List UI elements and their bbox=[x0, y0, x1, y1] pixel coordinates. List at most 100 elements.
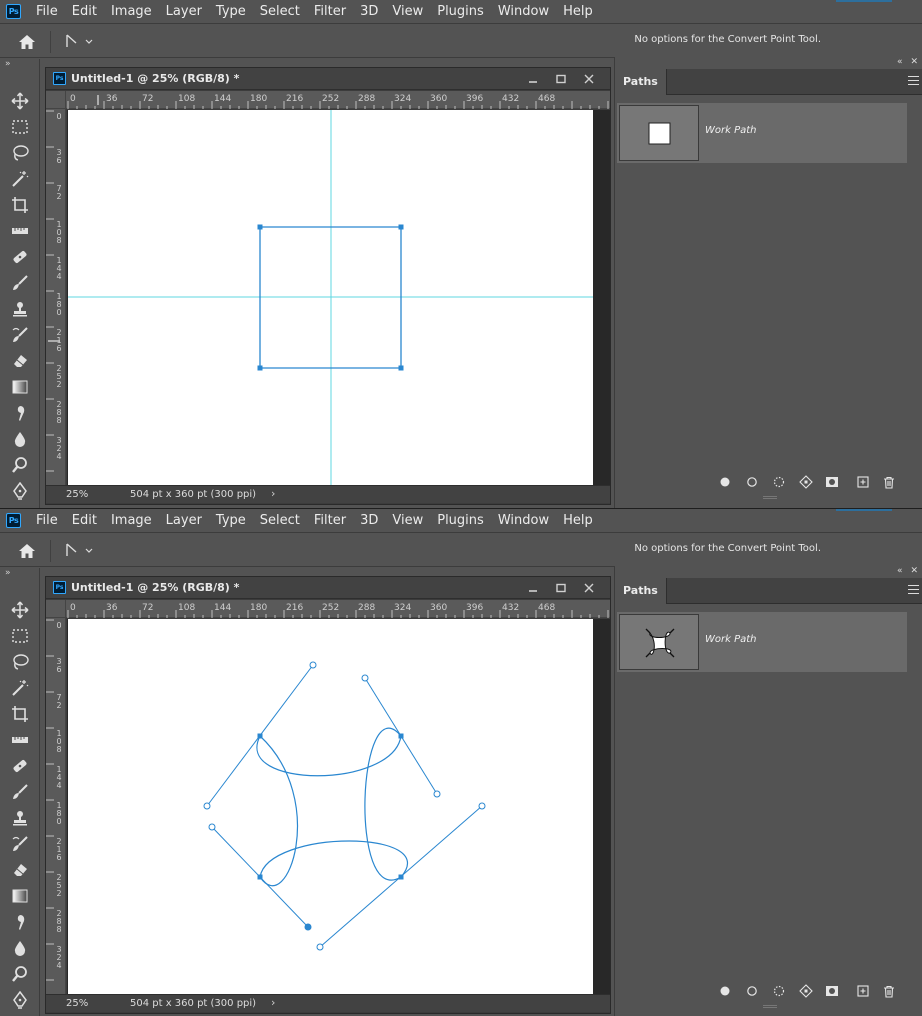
horizontal-ruler[interactable]: 0 36 72 108 144 180 216 252 288 324 360 … bbox=[66, 91, 610, 109]
minimize-button[interactable] bbox=[520, 579, 546, 597]
anchor-point[interactable] bbox=[398, 733, 404, 739]
menu-plugins[interactable]: Plugins bbox=[430, 509, 491, 533]
panel-close-icon[interactable]: ✕ bbox=[910, 57, 918, 67]
eraser-icon[interactable] bbox=[9, 859, 31, 881]
panel-menu-icon[interactable] bbox=[908, 76, 919, 86]
menu-select[interactable]: Select bbox=[253, 509, 307, 533]
menu-window[interactable]: Window bbox=[491, 0, 556, 24]
tab-paths[interactable]: Paths bbox=[615, 578, 667, 604]
handle-point[interactable] bbox=[478, 802, 486, 810]
make-work-path-icon[interactable] bbox=[798, 474, 814, 490]
vertical-ruler[interactable]: 0 36 72 108 144 180 216 252 288 324 bbox=[46, 109, 66, 485]
close-button[interactable] bbox=[576, 579, 602, 597]
ruler-origin[interactable] bbox=[46, 600, 66, 618]
blur-icon[interactable] bbox=[9, 937, 31, 959]
anchor-point[interactable] bbox=[398, 874, 404, 880]
zoom-icon[interactable] bbox=[9, 963, 31, 985]
ruler-icon[interactable] bbox=[9, 729, 31, 751]
handle-point[interactable] bbox=[316, 943, 324, 951]
status-menu-chevron-icon[interactable]: › bbox=[271, 487, 275, 500]
fill-path-icon[interactable] bbox=[717, 474, 733, 490]
crop-icon[interactable] bbox=[9, 703, 31, 725]
menu-filter[interactable]: Filter bbox=[307, 509, 353, 533]
handle-point[interactable] bbox=[208, 823, 216, 831]
maximize-button[interactable] bbox=[548, 70, 574, 88]
healing-brush-icon[interactable] bbox=[9, 246, 31, 268]
menu-file[interactable]: File bbox=[29, 509, 65, 533]
handle-point[interactable] bbox=[309, 661, 317, 669]
path-row[interactable]: Work Path bbox=[617, 103, 907, 163]
fill-path-icon[interactable] bbox=[717, 983, 733, 999]
anchor-point[interactable] bbox=[398, 365, 404, 371]
handle-point[interactable] bbox=[433, 790, 441, 798]
ruler-icon[interactable] bbox=[9, 220, 31, 242]
menu-image[interactable]: Image bbox=[104, 0, 159, 24]
add-mask-icon[interactable] bbox=[824, 474, 840, 490]
menu-view[interactable]: View bbox=[385, 509, 430, 533]
canvas[interactable] bbox=[68, 619, 593, 994]
zoom-level[interactable]: 25% bbox=[66, 998, 88, 1009]
marquee-icon[interactable] bbox=[9, 625, 31, 647]
history-brush-icon[interactable] bbox=[9, 324, 31, 346]
maximize-button[interactable] bbox=[548, 579, 574, 597]
delete-path-icon[interactable] bbox=[881, 983, 897, 999]
handle-point[interactable] bbox=[203, 802, 211, 810]
anchor-point[interactable] bbox=[257, 224, 263, 230]
blur-icon[interactable] bbox=[9, 428, 31, 450]
horizontal-ruler[interactable]: 0 36 72 108 144 180 216 252 288 324 360 … bbox=[66, 600, 610, 618]
path-name[interactable]: Work Path bbox=[705, 634, 757, 645]
close-button[interactable] bbox=[576, 70, 602, 88]
menu-layer[interactable]: Layer bbox=[159, 509, 209, 533]
panel-resize-grip[interactable] bbox=[763, 1005, 777, 1008]
convert-point-tool-preset-icon[interactable] bbox=[62, 540, 98, 560]
zoom-level[interactable]: 25% bbox=[66, 489, 88, 500]
marquee-icon[interactable] bbox=[9, 116, 31, 138]
canvas[interactable] bbox=[68, 110, 593, 485]
panel-collapse-icon[interactable]: « bbox=[897, 57, 903, 67]
pen-icon[interactable] bbox=[9, 989, 31, 1011]
smudge-icon[interactable] bbox=[9, 911, 31, 933]
anchor-point[interactable] bbox=[398, 224, 404, 230]
anchor-point[interactable] bbox=[257, 874, 263, 880]
menu-file[interactable]: File bbox=[29, 0, 65, 24]
convert-point-tool-preset-icon[interactable] bbox=[62, 31, 98, 51]
anchor-point[interactable] bbox=[257, 733, 263, 739]
home-icon[interactable] bbox=[17, 33, 37, 51]
panel-collapse-icon[interactable]: « bbox=[897, 566, 903, 576]
document-tab[interactable]: Ps Untitled-1 @ 25% (RGB/8) * bbox=[46, 68, 610, 90]
menu-3d[interactable]: 3D bbox=[353, 0, 385, 24]
move-icon[interactable] bbox=[9, 90, 31, 112]
path-name[interactable]: Work Path bbox=[705, 125, 757, 136]
gradient-icon[interactable] bbox=[9, 376, 31, 398]
stroke-path-icon[interactable] bbox=[744, 474, 760, 490]
stamp-icon[interactable] bbox=[9, 807, 31, 829]
menu-layer[interactable]: Layer bbox=[159, 0, 209, 24]
menu-type[interactable]: Type bbox=[209, 509, 253, 533]
menu-plugins[interactable]: Plugins bbox=[430, 0, 491, 24]
stamp-icon[interactable] bbox=[9, 298, 31, 320]
eraser-icon[interactable] bbox=[9, 350, 31, 372]
crop-icon[interactable] bbox=[9, 194, 31, 216]
panel-close-icon[interactable]: ✕ bbox=[910, 566, 918, 576]
menu-edit[interactable]: Edit bbox=[65, 0, 104, 24]
history-brush-icon[interactable] bbox=[9, 833, 31, 855]
menu-select[interactable]: Select bbox=[253, 0, 307, 24]
menu-3d[interactable]: 3D bbox=[353, 509, 385, 533]
stroke-path-icon[interactable] bbox=[744, 983, 760, 999]
lasso-icon[interactable] bbox=[9, 651, 31, 673]
zoom-icon[interactable] bbox=[9, 454, 31, 476]
new-path-icon[interactable] bbox=[855, 474, 871, 490]
menu-filter[interactable]: Filter bbox=[307, 0, 353, 24]
home-icon[interactable] bbox=[17, 542, 37, 560]
panel-menu-icon[interactable] bbox=[908, 585, 919, 595]
add-mask-icon[interactable] bbox=[824, 983, 840, 999]
ruler-origin[interactable] bbox=[46, 91, 66, 109]
status-menu-chevron-icon[interactable]: › bbox=[271, 996, 275, 1009]
handle-point-active[interactable] bbox=[304, 923, 312, 931]
pen-icon[interactable] bbox=[9, 480, 31, 502]
toolbar-collapse-icon[interactable]: » bbox=[5, 59, 11, 69]
move-icon[interactable] bbox=[9, 599, 31, 621]
load-selection-icon[interactable] bbox=[771, 474, 787, 490]
gradient-icon[interactable] bbox=[9, 885, 31, 907]
new-path-icon[interactable] bbox=[855, 983, 871, 999]
